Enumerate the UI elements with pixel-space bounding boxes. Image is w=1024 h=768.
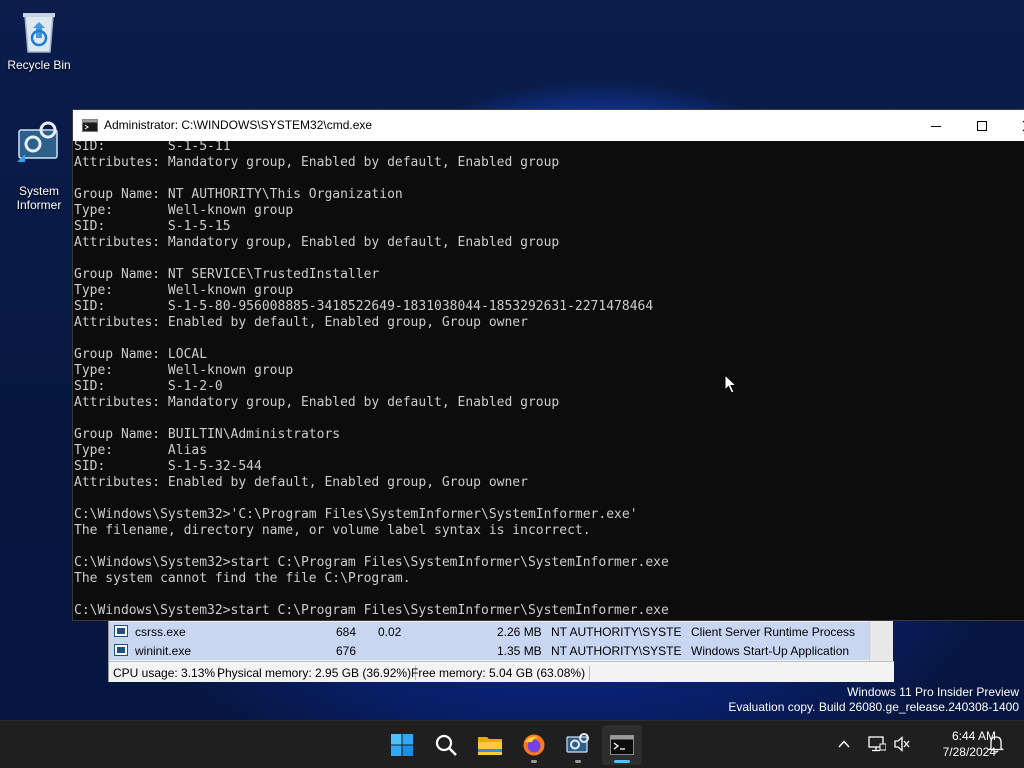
- watermark-line-2: Evaluation copy. Build 26080.ge_release.…: [728, 700, 1019, 714]
- start-button[interactable]: [382, 725, 422, 765]
- maximize-icon: [977, 120, 987, 131]
- process-memory: 1.35 MB: [497, 644, 542, 658]
- recycle-bin-label: Recycle Bin: [7, 58, 71, 72]
- terminal-icon: [610, 735, 634, 755]
- cmd-window[interactable]: Administrator: C:\WINDOWS\SYSTEM32\cmd.e…: [72, 109, 1024, 621]
- free-memory-status: Free memory: 5.04 GB (63.08%): [407, 666, 591, 680]
- system-informer-desktop-icon[interactable]: System Informer: [4, 106, 74, 212]
- clock-date: 7/28/2024: [942, 745, 996, 759]
- process-description: Windows Start-Up Application: [691, 644, 850, 658]
- physical-memory-status: Physical memory: 2.95 GB (36.92%): [213, 666, 417, 680]
- network-button[interactable]: [868, 736, 887, 756]
- chevron-up-icon: [838, 740, 850, 748]
- system-informer-taskbar-button[interactable]: [558, 725, 598, 765]
- cmd-app-icon: [82, 119, 98, 135]
- maximize-button[interactable]: [959, 110, 1005, 141]
- windows-start-icon: [391, 734, 413, 756]
- recycle-bin-desktop-icon[interactable]: Recycle Bin: [4, 8, 74, 72]
- minimize-button[interactable]: [913, 110, 959, 141]
- process-pid: 684: [336, 625, 357, 639]
- process-cpu: 0.02: [378, 625, 402, 639]
- taskbar: 6:44 AM 7/28/2024: [0, 720, 1024, 768]
- process-icon: [114, 644, 128, 659]
- system-informer-label: System Informer: [16, 184, 62, 212]
- clock[interactable]: 6:44 AM 7/28/2024: [916, 728, 996, 760]
- console-text: SID: S-1-5-11 Attributes: Mandatory grou…: [74, 141, 669, 618]
- firefox-icon: [523, 734, 545, 756]
- process-name: csrss.exe: [135, 625, 186, 639]
- search-icon: [435, 734, 457, 756]
- mouse-cursor-icon: [724, 373, 738, 399]
- process-row[interactable]: csrss.exe 684 0.02 2.26 MB NT AUTHORITY\…: [109, 622, 869, 641]
- firefox-button[interactable]: [514, 725, 554, 765]
- process-user: NT AUTHORITY\SYSTEM: [551, 625, 681, 639]
- process-pid: 676: [336, 644, 357, 658]
- system-informer-icon: [17, 121, 58, 162]
- cpu-usage-status: CPU usage: 3.13%: [109, 666, 221, 680]
- running-indicator: [531, 760, 537, 763]
- process-name: wininit.exe: [135, 644, 192, 658]
- watermark-line-1: Windows 11 Pro Insider Preview: [847, 685, 1019, 699]
- process-user: NT AUTHORITY\SYSTEM: [551, 644, 681, 658]
- speaker-muted-icon: [894, 736, 910, 752]
- bell-icon: [987, 736, 1005, 753]
- cmd-console-output[interactable]: SID: S-1-5-11 Attributes: Mandatory grou…: [73, 141, 1024, 620]
- evaluation-watermark: Windows 11 Pro Insider Preview Evaluatio…: [728, 685, 1019, 715]
- status-bar: CPU usage: 3.13% Physical memory: 2.95 G…: [109, 661, 894, 682]
- process-description: Client Server Runtime Process: [691, 625, 856, 639]
- recycle-bin-icon: [23, 13, 55, 53]
- minimize-icon: [931, 125, 941, 127]
- system-informer-icon: [566, 733, 589, 753]
- cmd-window-title: Administrator: C:\WINDOWS\SYSTEM32\cmd.e…: [104, 118, 373, 132]
- active-indicator: [614, 760, 630, 763]
- folder-icon: [478, 737, 502, 755]
- system-informer-window[interactable]: csrss.exe 684 0.02 2.26 MB NT AUTHORITY\…: [108, 618, 894, 682]
- running-indicator: [575, 760, 581, 763]
- process-list-scrollbar[interactable]: [869, 619, 893, 661]
- file-explorer-button[interactable]: [470, 725, 510, 765]
- show-hidden-icons-button[interactable]: [837, 736, 851, 755]
- process-icon: [114, 625, 128, 640]
- search-button[interactable]: [426, 725, 466, 765]
- network-icon: [868, 736, 887, 752]
- cmd-titlebar[interactable]: Administrator: C:\WINDOWS\SYSTEM32\cmd.e…: [73, 110, 1024, 141]
- process-memory: 2.26 MB: [497, 625, 542, 639]
- close-button[interactable]: [1005, 110, 1024, 141]
- notifications-button[interactable]: [987, 735, 1005, 757]
- process-row[interactable]: wininit.exe 676 1.35 MB NT AUTHORITY\SYS…: [109, 641, 869, 660]
- clock-time: 6:44 AM: [951, 729, 996, 743]
- volume-button[interactable]: [893, 736, 911, 756]
- command-prompt-taskbar-button[interactable]: [602, 725, 642, 765]
